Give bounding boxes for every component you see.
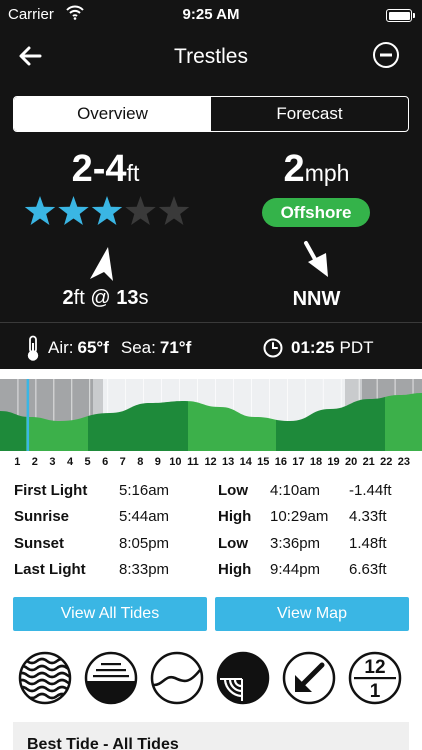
rating-stars	[24, 196, 190, 225]
rating-star	[58, 196, 89, 225]
tide-time: 10:29am	[270, 508, 329, 526]
tide-quarter-icon[interactable]	[215, 650, 271, 706]
tide-height: 1.48ft	[349, 534, 387, 552]
tide-chart[interactable]	[0, 379, 422, 451]
rating-star	[24, 196, 56, 225]
tab-forecast[interactable]: Forecast	[211, 97, 408, 131]
air-label: Air:	[48, 338, 74, 357]
tide-times: 4:10am 10:29am 3:36pm 9:44pm	[270, 482, 328, 587]
rating-star	[158, 196, 190, 225]
clock-time: 9:25 AM	[182, 6, 240, 23]
sun-times: 5:16am 5:44am 8:05pm 8:33pm	[119, 482, 169, 587]
wave-height-unit: ft	[126, 160, 140, 186]
rating-star	[91, 196, 123, 225]
clock-badge-bottom: 1	[370, 681, 381, 702]
sun-event-label: Last Light	[14, 560, 86, 578]
battery-icon	[386, 9, 415, 22]
rating-star	[125, 196, 156, 225]
swell-at: @	[84, 287, 117, 309]
sun-event-time: 5:16am	[119, 482, 170, 499]
minus-circle-icon[interactable]	[372, 41, 400, 69]
wind-speed-unit: mph	[304, 160, 350, 186]
sun-event-label: Sunrise	[14, 508, 70, 526]
sun-event-time: 5:44am	[119, 508, 170, 526]
hour-label: 23	[397, 456, 410, 468]
wave-height-value: 2-4	[71, 148, 127, 190]
view-all-tides-button[interactable]: View All Tides	[13, 597, 207, 631]
thermometer-icon	[27, 335, 39, 361]
period-unit: s	[138, 287, 149, 309]
tool-icon-row: 12 1	[0, 650, 422, 710]
swell-height: 2	[62, 287, 74, 309]
view-segmented-control: Overview Forecast	[13, 96, 409, 132]
swell-summary: 2ft @ 13s	[0, 287, 211, 310]
wave-height: 2-4ft	[0, 148, 211, 191]
sunrise-icon[interactable]	[83, 650, 139, 706]
local-time: 01:25 PDT	[263, 334, 373, 362]
air-temp: 65°f	[77, 338, 109, 357]
sun-event-label: Sunset	[14, 534, 65, 552]
wave-curve-icon[interactable]	[149, 650, 205, 706]
best-tide-title: Best Tide - All Tides	[27, 736, 179, 750]
clock-badge-top: 12	[364, 657, 385, 678]
local-time-value: 01:25	[291, 338, 335, 357]
page-title: Trestles	[174, 45, 248, 68]
tide-types: Low High Low High	[218, 482, 251, 587]
temperature-row: Air: 65°f Sea: 71°f	[26, 334, 203, 362]
tide-type: Low	[218, 534, 248, 552]
wind-condition-badge: Offshore	[262, 198, 370, 227]
tide-height: 6.63ft	[349, 560, 387, 578]
tide-type: Low	[218, 482, 248, 499]
best-tide-panel: Best Tide - All Tides	[13, 722, 409, 750]
tide-time: 9:44pm	[270, 560, 321, 578]
tide-heights: -1.44ft 4.33ft 1.48ft 6.63ft	[349, 482, 392, 587]
tide-type: High	[218, 508, 252, 526]
direction-arrow-icon[interactable]	[281, 650, 337, 706]
swell-waves-icon[interactable]	[17, 650, 73, 706]
wind-direction-icon	[304, 241, 328, 277]
clock-icon	[263, 338, 283, 358]
tide-type: High	[218, 560, 252, 578]
wind-speed-value: 2	[283, 148, 305, 190]
sun-event-label: First Light	[14, 482, 88, 499]
nav-bar: Trestles	[0, 30, 422, 86]
swell-direction-icon	[90, 247, 113, 281]
tide-time: 3:36pm	[270, 534, 321, 552]
status-bar: Carrier 9:25 AM	[0, 0, 422, 30]
sun-event-time: 8:33pm	[119, 560, 170, 578]
sun-labels: First Light Sunrise Sunset Last Light	[14, 482, 87, 587]
sun-event-time: 8:05pm	[119, 534, 170, 552]
tide-height: 4.33ft	[349, 508, 387, 526]
timezone: PDT	[339, 338, 374, 357]
swell-period: 13	[116, 287, 139, 309]
view-map-button[interactable]: View Map	[215, 597, 409, 631]
swell-unit: ft	[73, 287, 85, 309]
sea-temp: 71°f	[159, 338, 192, 357]
tab-overview[interactable]: Overview	[14, 97, 211, 131]
divider	[0, 322, 422, 323]
hour-axis: 1 2 3 4 5 6 7 8 9 10 11 12 13 14 15 16 17 18 19 20 21 22 23	[0, 456, 422, 472]
wind-direction-label: NNW	[292, 288, 341, 310]
conditions-panel: Carrier 9:25 AM Trestles Overview Foreca…	[0, 0, 422, 369]
wind-speed: 2mph	[211, 148, 422, 191]
sea-label: Sea:	[120, 338, 156, 357]
tide-height: -1.44ft	[349, 482, 392, 499]
calendar-time-icon[interactable]: 12 1	[347, 650, 403, 706]
tide-time: 4:10am	[270, 482, 321, 499]
